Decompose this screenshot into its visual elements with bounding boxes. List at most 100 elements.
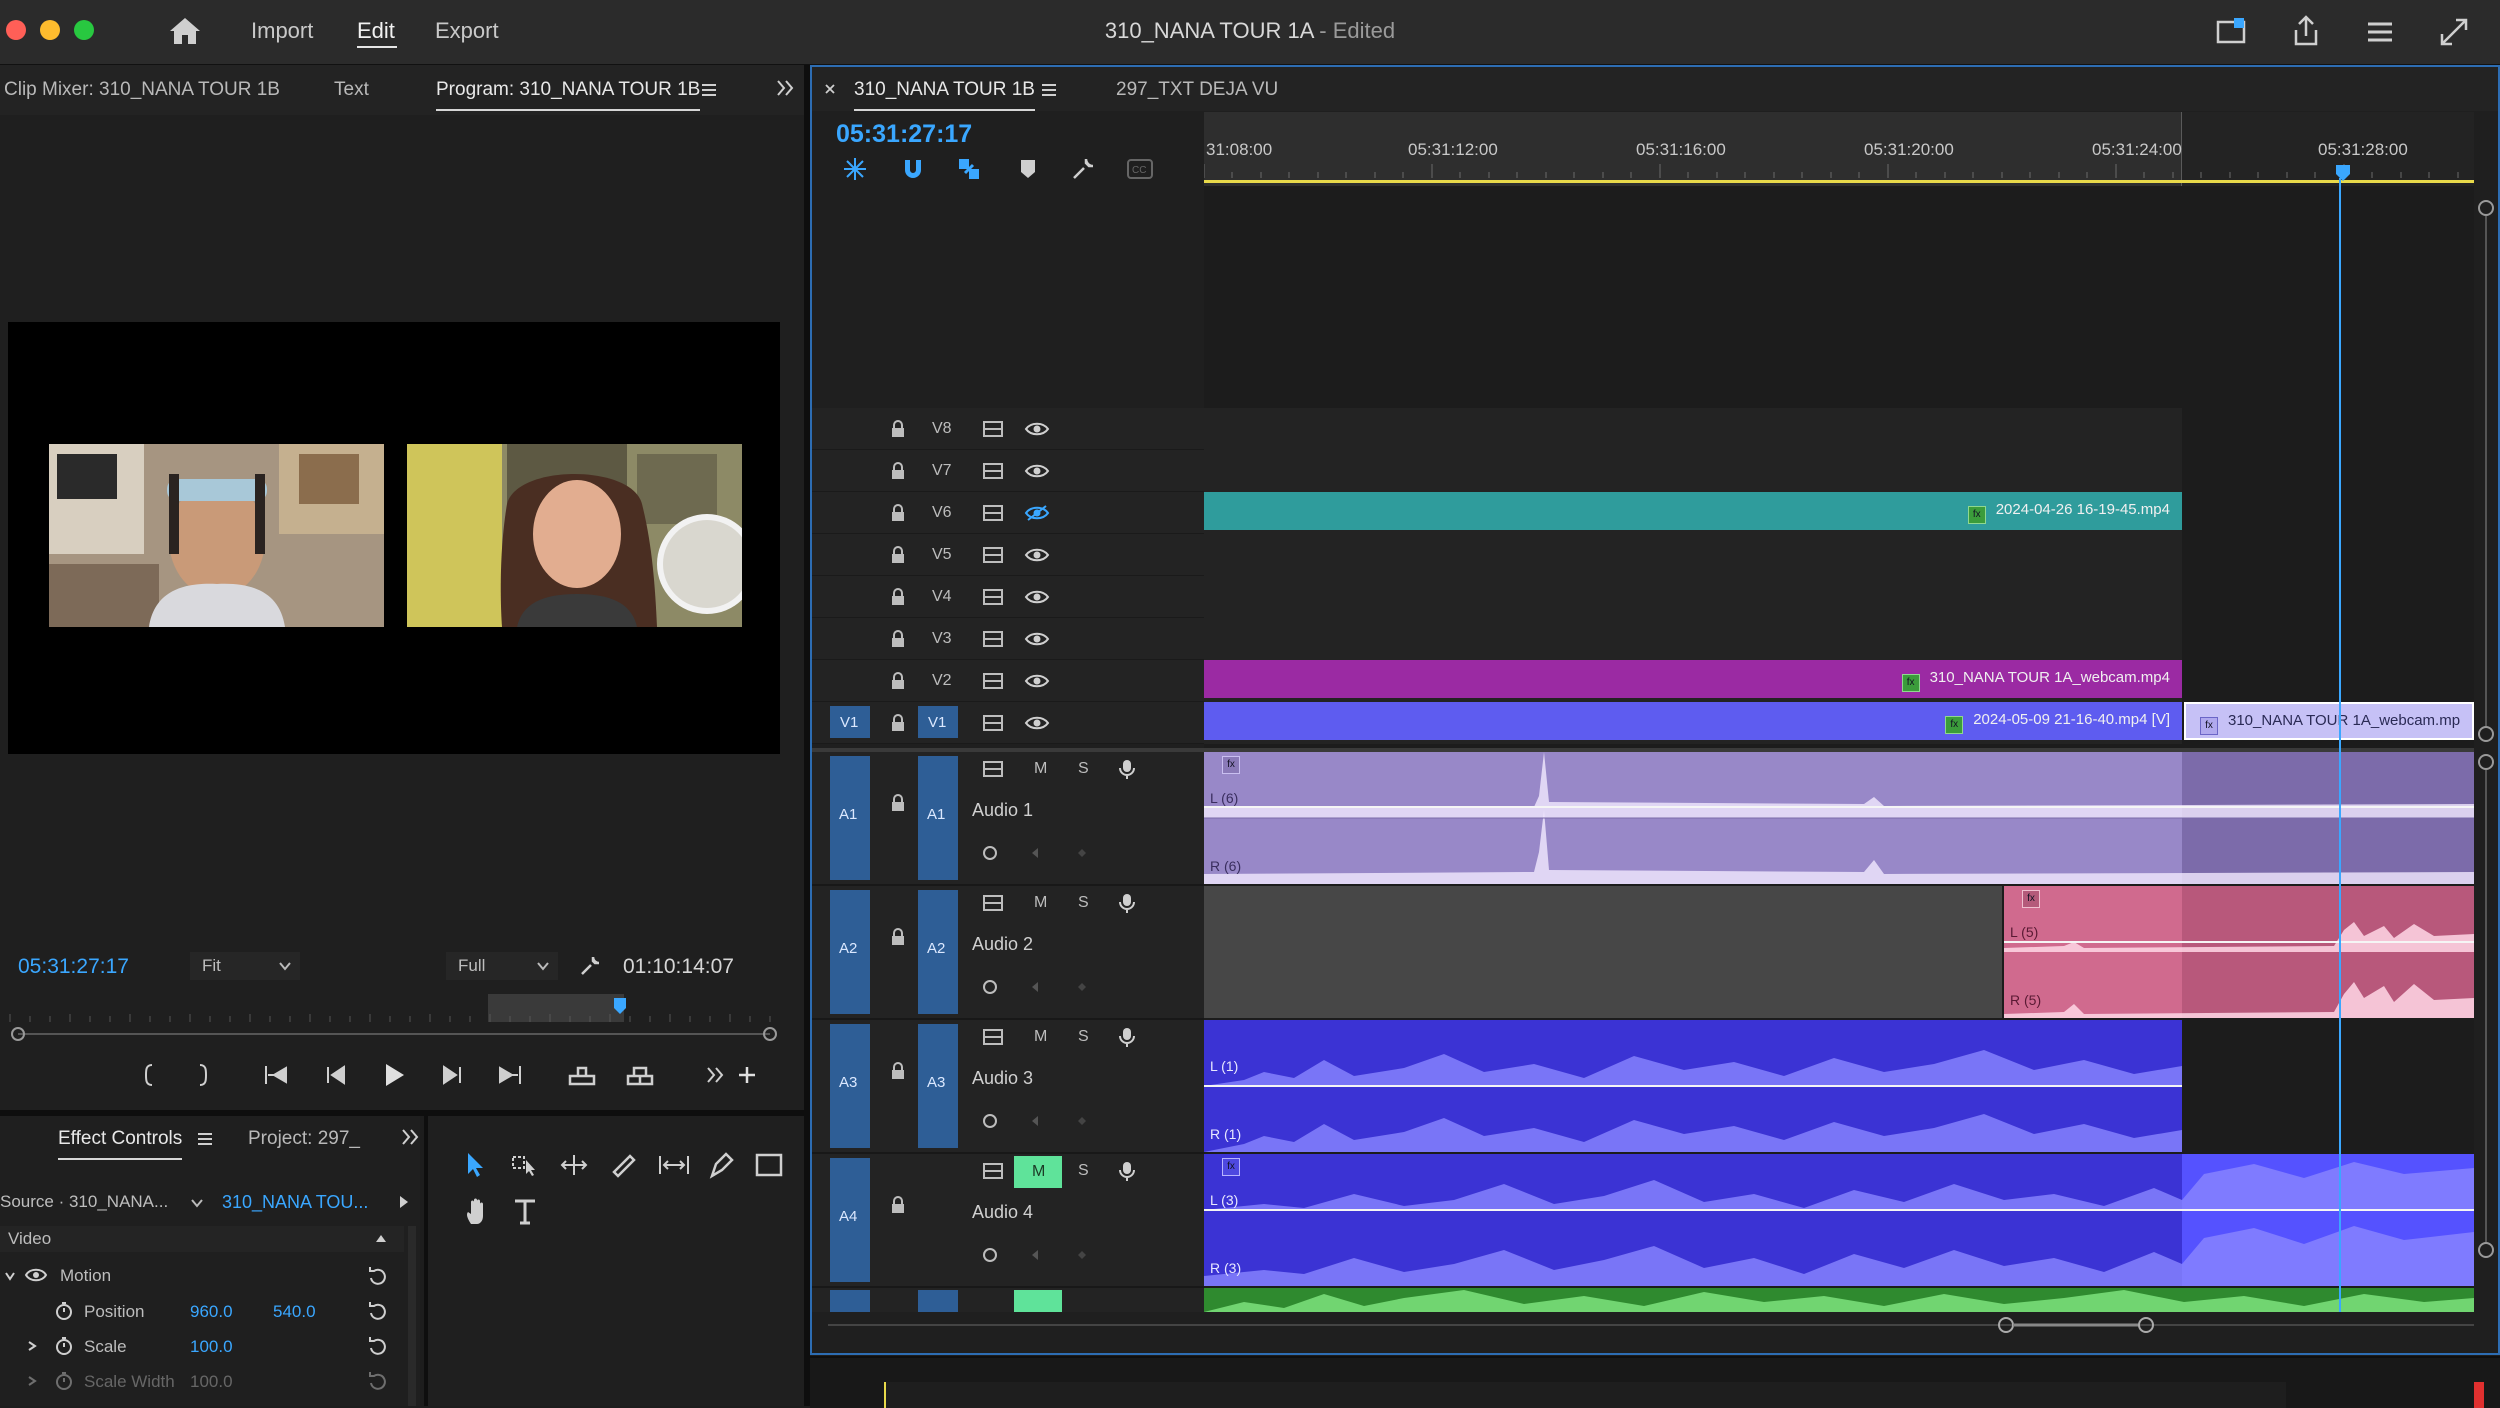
clip-v6[interactable]: fx 2024-04-26 16-19-45.mp4 [1204, 492, 2182, 530]
sync-lock-icon[interactable] [982, 672, 1004, 690]
tab-project[interactable]: Project: 297_ [248, 1128, 360, 1150]
track-header-a1[interactable]: A1 A1 M S Audio 1 [812, 752, 1204, 886]
source-patch-a4[interactable]: A4 [830, 1158, 870, 1282]
vertical-zoom-scrollbars[interactable] [2474, 190, 2498, 1300]
lock-icon[interactable] [890, 928, 906, 946]
more-controls-icon[interactable] [704, 1064, 726, 1086]
go-to-in-icon[interactable] [262, 1062, 290, 1088]
sync-lock-icon[interactable] [982, 1028, 1004, 1046]
stopwatch-icon[interactable] [54, 1301, 74, 1321]
solo-button[interactable]: S [1078, 760, 1089, 778]
eye-icon[interactable] [1024, 462, 1050, 480]
sync-lock-icon[interactable] [982, 546, 1004, 564]
tab-effect-controls[interactable]: Effect Controls [58, 1128, 183, 1160]
eye-icon[interactable] [1024, 420, 1050, 438]
lock-icon[interactable] [890, 546, 906, 564]
position-x-value[interactable]: 960.0 [190, 1302, 233, 1322]
track-target-a2[interactable]: A2 [918, 890, 958, 1014]
close-tab-icon[interactable] [824, 83, 836, 95]
source-patch-a1[interactable]: A1 [830, 756, 870, 880]
lock-icon[interactable] [890, 420, 906, 438]
keyframe-nav[interactable] [982, 1112, 1102, 1130]
sync-lock-icon[interactable] [982, 1162, 1004, 1180]
lock-icon[interactable] [890, 1196, 906, 1214]
captions-icon[interactable]: CC [1126, 158, 1154, 180]
mute-button-active[interactable] [1014, 1290, 1062, 1312]
playback-resolution-dropdown[interactable]: Full [446, 952, 558, 980]
track-header-a3[interactable]: A3 A3 M S Audio 3 [812, 1020, 1204, 1154]
source-patch-v1[interactable]: V1 [830, 706, 870, 738]
type-tool-icon[interactable] [510, 1196, 540, 1226]
audio-lanes[interactable]: fx L (6) R (6) fx L (5) R (5) L (1) R (1… [1204, 752, 2474, 1312]
mark-out-icon[interactable] [192, 1062, 212, 1088]
eye-icon[interactable] [24, 1266, 48, 1284]
track-header-a4[interactable]: A4 M S Audio 4 [812, 1154, 1204, 1288]
reset-icon[interactable] [366, 1336, 388, 1358]
microphone-icon[interactable] [1118, 1026, 1136, 1048]
stopwatch-icon[interactable] [54, 1336, 74, 1356]
panel-menu-icon[interactable] [1040, 81, 1058, 99]
track-header-v4[interactable]: V4 [812, 576, 1204, 618]
tab-clip-mixer[interactable]: Clip Mixer: 310_NANA TOUR 1B [4, 79, 280, 101]
solo-button[interactable]: S [1078, 1162, 1089, 1180]
mute-button[interactable]: M [1034, 1028, 1047, 1046]
track-target-a5[interactable] [918, 1290, 958, 1312]
track-header-v2[interactable]: V2 [812, 660, 1204, 702]
clip-a4[interactable]: fx L (3) R (3) [1204, 1154, 2474, 1286]
overflow-chevrons-icon[interactable] [400, 1126, 420, 1148]
go-to-out-icon[interactable] [496, 1062, 524, 1088]
timeline-timecode[interactable]: 05:31:27:17 [836, 120, 972, 149]
extract-icon[interactable] [624, 1062, 656, 1088]
slip-tool-icon[interactable] [656, 1152, 692, 1178]
zoom-fit-dropdown[interactable]: Fit [190, 952, 300, 980]
solo-button[interactable]: S [1078, 1028, 1089, 1046]
program-scrub-ruler[interactable] [0, 994, 804, 1044]
sync-lock-icon[interactable] [982, 588, 1004, 606]
playhead-handle-icon[interactable] [2334, 164, 2352, 182]
eye-icon[interactable] [1024, 546, 1050, 564]
rectangle-tool-icon[interactable] [754, 1152, 784, 1178]
fx-badge[interactable]: fx [2022, 890, 2040, 908]
position-y-value[interactable]: 540.0 [273, 1302, 316, 1322]
selection-tool-icon[interactable] [462, 1150, 490, 1180]
hand-tool-icon[interactable] [462, 1196, 492, 1226]
play-icon[interactable] [380, 1060, 408, 1090]
timeline-settings-wrench-icon[interactable] [1070, 156, 1096, 182]
sync-lock-icon[interactable] [982, 894, 1004, 912]
quick-export-panel-icon[interactable] [2212, 12, 2252, 52]
razor-tool-icon[interactable] [608, 1150, 638, 1180]
track-header-v8[interactable]: V8 [812, 408, 1204, 450]
expand-chevron-icon[interactable] [26, 1340, 38, 1352]
fx-badge[interactable]: fx [1222, 756, 1240, 774]
sync-lock-icon[interactable] [982, 630, 1004, 648]
scroll-handles[interactable] [1996, 1314, 2156, 1336]
track-target-a1[interactable]: A1 [918, 756, 958, 880]
ripple-edit-tool-icon[interactable] [558, 1152, 590, 1178]
fullscreen-icon[interactable] [2434, 12, 2474, 52]
timeline-horizontal-scrollbar[interactable] [828, 1312, 2474, 1338]
lock-icon[interactable] [890, 794, 906, 812]
collapse-up-icon[interactable] [374, 1232, 388, 1244]
lock-icon[interactable] [890, 630, 906, 648]
program-timecode[interactable]: 05:31:27:17 [18, 955, 129, 979]
lock-icon[interactable] [890, 714, 906, 732]
audio-track-name[interactable]: Audio 3 [972, 1068, 1033, 1089]
effect-controls-scrollbar[interactable] [408, 1226, 416, 1406]
track-header-v3[interactable]: V3 [812, 618, 1204, 660]
lock-icon[interactable] [890, 588, 906, 606]
add-marker-icon[interactable] [1018, 158, 1038, 180]
track-header-v5[interactable]: V5 [812, 534, 1204, 576]
sync-lock-icon[interactable] [982, 760, 1004, 778]
lock-icon[interactable] [890, 1062, 906, 1080]
source-patch-a2[interactable]: A2 [830, 890, 870, 1014]
mute-button-active[interactable]: M [1014, 1156, 1062, 1188]
overflow-chevrons-icon[interactable] [774, 77, 796, 99]
audio-track-name[interactable]: Audio 4 [972, 1202, 1033, 1223]
eye-icon[interactable] [1024, 588, 1050, 606]
mute-button[interactable]: M [1034, 760, 1047, 778]
source-patch-a3[interactable]: A3 [830, 1024, 870, 1148]
track-header-v6[interactable]: V6 [812, 492, 1204, 534]
tab-program[interactable]: Program: 310_NANA TOUR 1B [436, 79, 701, 111]
sync-lock-icon[interactable] [982, 462, 1004, 480]
microphone-icon[interactable] [1118, 1160, 1136, 1182]
